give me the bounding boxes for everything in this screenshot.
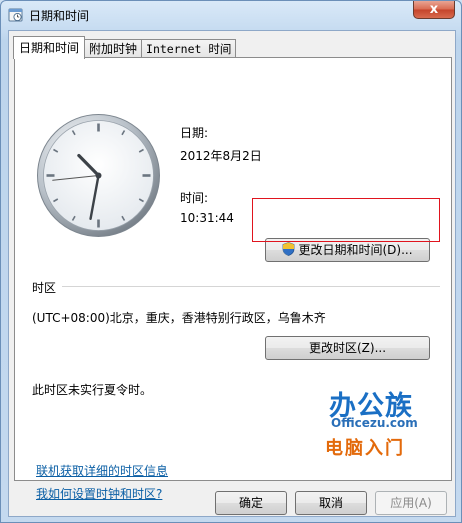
time-value: 10:31:44: [180, 211, 234, 225]
timezone-divider: [62, 286, 440, 287]
tab-strip: 日期和时间 附加时钟 Internet 时间: [13, 36, 237, 59]
online-timezone-info-link[interactable]: 联机获取详细的时区信息: [36, 462, 168, 479]
change-timezone-button[interactable]: 更改时区(Z)...: [265, 336, 430, 360]
watermark-tagline: 电脑入门: [325, 438, 405, 459]
window-title: 日期和时间: [29, 9, 90, 23]
timezone-section-label: 时区: [32, 281, 57, 295]
date-value: 2012年8月2日: [180, 149, 262, 163]
highlight-box: [252, 198, 440, 242]
analog-clock-icon: [37, 114, 160, 237]
cancel-button[interactable]: 取消: [295, 491, 367, 515]
clock-calendar-icon: [8, 8, 23, 22]
change-date-time-label: 更改日期和时间(D)...: [298, 243, 413, 257]
timezone-value: (UTC+08:00)北京，重庆，香港特别行政区，乌鲁木齐: [32, 311, 326, 325]
apply-button[interactable]: 应用(A): [375, 491, 447, 515]
title-bar[interactable]: 日期和时间 x: [1, 1, 461, 29]
tab-date-time[interactable]: 日期和时间: [13, 36, 86, 59]
watermark-logo: 办公族 Officezu.com 电脑入门: [323, 384, 448, 464]
close-button[interactable]: x: [413, 1, 455, 19]
tab-additional-clocks[interactable]: 附加时钟: [84, 39, 143, 59]
watermark-domain: Officezu.com: [331, 416, 418, 430]
how-to-set-clock-link[interactable]: 我如何设置时钟和时区?: [36, 485, 162, 502]
ok-button[interactable]: 确定: [215, 491, 287, 515]
date-label: 日期:: [180, 126, 209, 140]
dst-note: 此时区未实行夏令时。: [32, 383, 153, 397]
dialog-window: 日期和时间 x 日期和时间 附加时钟 Internet 时间 日期: 2012年…: [0, 0, 462, 523]
tab-internet-time[interactable]: Internet 时间: [141, 39, 237, 59]
time-label: 时间:: [180, 191, 209, 205]
uac-shield-icon: [283, 242, 295, 256]
